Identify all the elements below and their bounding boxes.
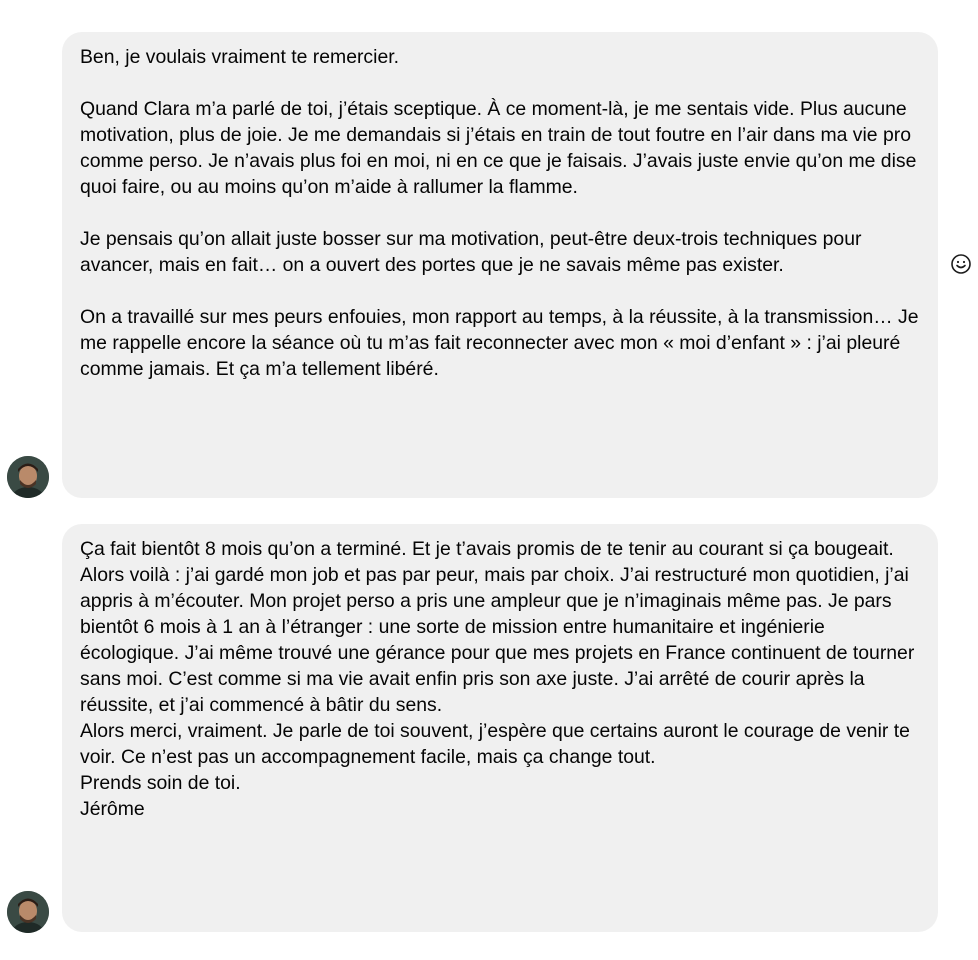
react-button[interactable]	[950, 253, 972, 275]
message-bubble[interactable]: Ben, je voulais vraiment te remercier. Q…	[62, 32, 938, 498]
smiley-icon	[951, 254, 971, 274]
message-text: Alors merci, vraiment. Je parle de toi s…	[80, 720, 910, 768]
avatar-image	[7, 456, 49, 498]
message-text: On a travaillé sur mes peurs enfouies, m…	[80, 306, 919, 380]
avatar-image	[7, 891, 49, 933]
message-text: Ben, je voulais vraiment te remercier.	[80, 46, 399, 68]
avatar[interactable]	[7, 456, 49, 498]
message-text: Ça fait bientôt 8 mois qu’on a terminé. …	[80, 538, 915, 716]
message-bubble[interactable]: Ça fait bientôt 8 mois qu’on a terminé. …	[62, 524, 938, 932]
message-text: Je pensais qu’on allait juste bosser sur…	[80, 228, 862, 276]
message-text: Jérôme	[80, 798, 145, 820]
message-text: Quand Clara m’a parlé de toi, j’étais sc…	[80, 98, 917, 198]
message-text: Prends soin de toi.	[80, 772, 241, 794]
avatar[interactable]	[7, 891, 49, 933]
